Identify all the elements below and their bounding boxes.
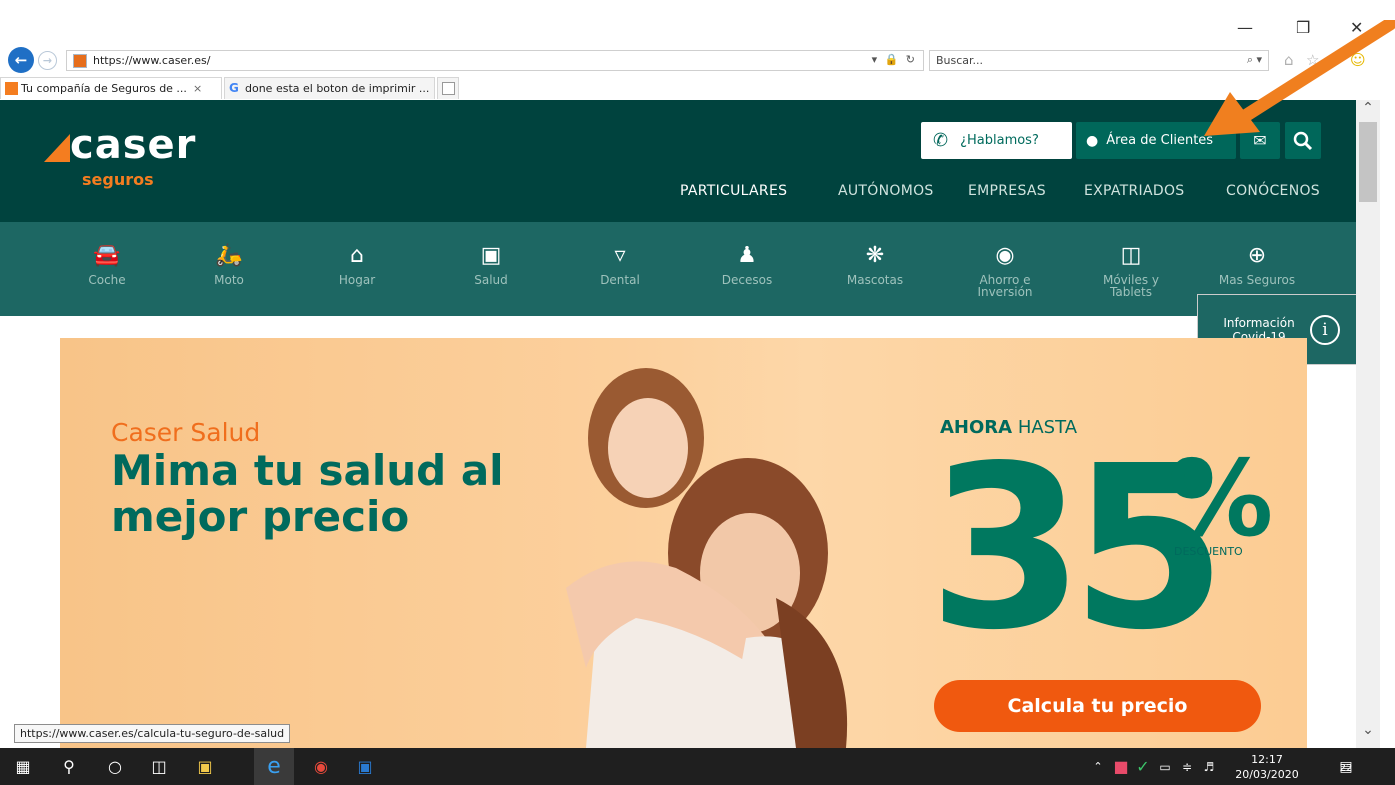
product-label: Dental [600,273,640,287]
product-decesos[interactable]: ♟ Decesos [699,222,795,286]
product-dental[interactable]: ▿ Dental [572,222,668,286]
product-label: Decesos [721,273,773,287]
scroll-down-button[interactable]: ⌄ [1356,722,1380,744]
clock-time: 12:17 [1251,753,1283,766]
notification-count: 22 [1339,762,1353,774]
family-icon: ♟ [737,243,757,268]
windows-taskbar: ▦ ⚲ ○ ◫ ▣ e ◉ ▣ ⌃ ■ ✓ ▭ ≑ ♬ ▤ [0,748,1395,785]
hero-kicker: Caser Salud [111,418,261,447]
product-label: Mascotas [846,273,904,287]
caser-logo-mark-icon [44,134,70,162]
tab-strip: Tu compañía de Seguros de ... × G done e… [0,77,1395,99]
battery-icon[interactable]: ▭ [1156,748,1174,785]
nav-empresas[interactable]: EMPRESAS [968,183,1046,199]
nav-expatriados[interactable]: EXPATRIADOS [1084,183,1184,199]
hero-banner[interactable]: Caser Salud Mima tu salud al mejor preci… [60,338,1307,748]
promo-percent-sign: % [1168,438,1274,560]
cortana-icon[interactable]: ○ [100,748,130,785]
scooter-icon: 🛵 [215,243,243,268]
product-coche[interactable]: 🚘 Coche [59,222,155,286]
annotation-arrow-icon [1204,20,1395,136]
hablamos-label: ¿Hablamos? [960,133,1039,148]
arrow-right-icon: → [42,54,53,67]
product-mas-seguros[interactable]: ⊕ Mas Seguros [1209,222,1305,286]
new-tab-icon [442,82,455,95]
product-label: Mas Seguros [1218,273,1296,287]
new-tab-button[interactable] [437,77,459,99]
hero-mother-daughter-photo [566,368,848,748]
house-icon: ⌂ [350,243,364,268]
product-salud[interactable]: ▣ Salud [443,222,539,286]
clock-date: 20/03/2020 [1235,768,1299,781]
volume-muted-icon[interactable]: ♬ [1200,748,1218,785]
calcula-precio-button[interactable]: Calcula tu precio [934,680,1261,732]
product-label: Móviles y Tablets [1102,273,1159,299]
product-label: Ahorro e Inversión [977,273,1033,299]
forward-button[interactable]: → [38,51,57,70]
info-icon: i [1310,314,1340,345]
caser-favicon-icon [5,82,18,95]
promo-descuento-label: DESCUENTO [1174,545,1243,558]
chrome-icon[interactable]: ◉ [306,748,336,785]
hablamos-button[interactable]: ✆ ¿Hablamos? [921,122,1072,159]
nav-particulares[interactable]: PARTICULARES [680,183,787,199]
google-favicon-icon: G [229,81,239,95]
product-label: Salud [474,273,508,287]
tray-clock[interactable]: 12:17 20/03/2020 [1227,752,1307,782]
tab-caser[interactable]: Tu compañía de Seguros de ... × [0,77,222,99]
nav-autonomos[interactable]: AUTÓNOMOS [838,183,934,199]
file-explorer-icon[interactable]: ▣ [190,748,220,785]
medical-bag-icon: ▣ [480,243,502,268]
phone-icon: ✆ [933,130,949,151]
browser-search-placeholder: Buscar... [936,54,984,67]
status-bar-url: https://www.caser.es/calcula-tu-seguro-d… [14,724,291,743]
tooth-icon: ▿ [614,243,626,268]
back-button[interactable]: ← [8,47,34,73]
arrow-left-icon: ← [14,51,28,69]
windows-start-icon[interactable]: ▦ [8,748,38,785]
search-icon[interactable]: ⚲ [54,748,84,785]
nav-conocenos[interactable]: CONÓCENOS [1226,183,1320,199]
site-favicon-icon [73,53,87,68]
hero-title: Mima tu salud al mejor precio [111,446,504,541]
product-mascotas[interactable]: ❋ Mascotas [827,222,923,286]
outlook-icon[interactable]: ▣ [350,748,380,785]
wifi-icon[interactable]: ≑ [1178,748,1196,785]
browser-chrome: — ❒ ✕ ← → https://www.caser.es/ ▾ 🔒 ↻ Bu… [0,0,1395,100]
address-url[interactable]: https://www.caser.es/ [93,54,210,67]
address-bar[interactable]: https://www.caser.es/ ▾ 🔒 ↻ [66,50,924,71]
product-moto[interactable]: 🛵 Moto [181,222,277,286]
product-label: Coche [88,273,126,287]
mobile-tablet-icon: ◫ [1120,243,1142,268]
tab-close-icon[interactable]: × [193,82,202,95]
user-icon: ● [1086,132,1099,149]
plus-circle-icon: ⊕ [1247,243,1267,268]
tab-google[interactable]: G done esta el boton de imprimir ... [224,77,435,99]
main-nav: PARTICULARES AUTÓNOMOS EMPRESAS EXPATRIA… [680,183,1330,203]
chevron-down-icon: ⌄ [1362,722,1374,738]
paw-icon: ❋ [865,243,885,268]
product-label: Hogar [338,273,376,287]
product-ahorro[interactable]: ◉ Ahorro e Inversión [957,222,1053,298]
product-hogar[interactable]: ⌂ Hogar [309,222,405,286]
product-nav: 🚘 Coche 🛵 Moto ⌂ Hogar ▣ Salud ▿ Dental … [0,222,1356,316]
product-moviles[interactable]: ◫ Móviles y Tablets [1083,222,1179,298]
tab-label: Tu compañía de Seguros de ... [21,82,187,95]
internet-explorer-icon[interactable]: e [254,748,294,785]
address-tools[interactable]: ▾ 🔒 ↻ [872,53,917,66]
piggy-bank-icon: ◉ [995,243,1015,268]
task-view-icon[interactable]: ◫ [144,748,174,785]
product-label: Moto [214,273,244,287]
tray-chevron-up-icon[interactable]: ⌃ [1090,748,1106,785]
tray-check-icon[interactable]: ✓ [1134,748,1152,785]
logo-subtitle: seguros [82,170,154,189]
car-icon: 🚘 [93,243,121,268]
logo-wordmark[interactable]: caser [70,122,196,168]
tray-app-icon[interactable]: ■ [1112,748,1130,785]
site-header [0,100,1356,222]
tab-label: done esta el boton de imprimir ... [245,82,430,95]
